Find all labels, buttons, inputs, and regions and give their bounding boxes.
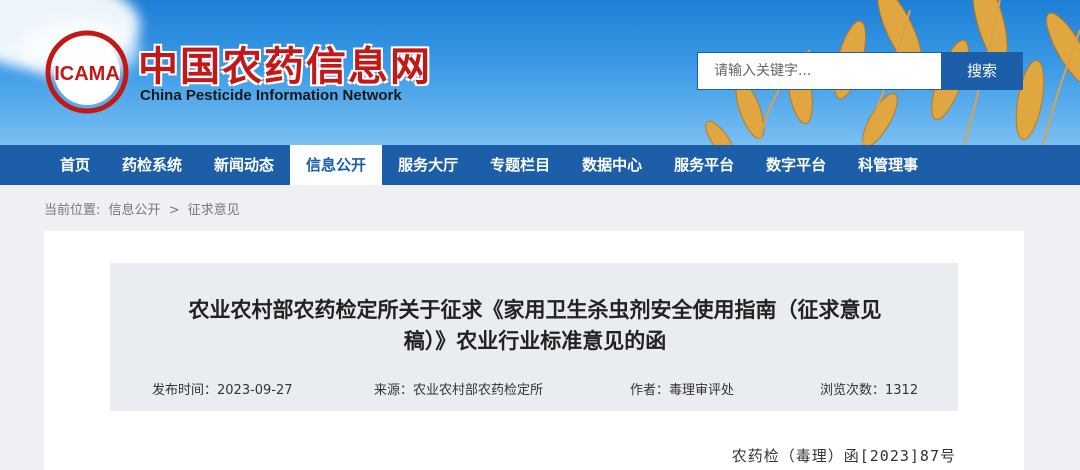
- breadcrumb-item-info-disclosure[interactable]: 信息公开: [109, 203, 161, 218]
- nav-item-data-center[interactable]: 数据中心: [566, 145, 658, 185]
- article-container: 农业农村部农药检定所关于征求《家用卫生杀虫剂安全使用指南（征求意见 稿）》农业行…: [44, 231, 1024, 470]
- breadcrumb-separator: >: [168, 203, 180, 218]
- nav-item-pesticide-system[interactable]: 药检系统: [106, 145, 198, 185]
- article-title-line1: 农业农村部农药检定所关于征求《家用卫生杀虫剂安全使用指南（征求意见: [188, 298, 882, 322]
- nav-item-digital-platform[interactable]: 数字平台: [750, 145, 842, 185]
- search-button[interactable]: 搜索: [941, 52, 1023, 90]
- nav-item-topics[interactable]: 专题栏目: [474, 145, 566, 185]
- breadcrumb: 当前位置: 信息公开 > 征求意见: [44, 199, 244, 218]
- view-count: 浏览次数：1312: [820, 383, 919, 398]
- main-nav: 首页 药检系统 新闻动态 信息公开 服务大厅 专题栏目 数据中心 服务平台 数字…: [0, 145, 1080, 185]
- nav-item-home[interactable]: 首页: [44, 145, 106, 185]
- publish-time: 发布时间：2023-09-27: [152, 383, 293, 398]
- icama-logo: ICAMA: [45, 30, 129, 114]
- nav-item-info-disclosure[interactable]: 信息公开: [290, 145, 383, 185]
- document-number: 农药检（毒理）函[2023]87号: [731, 447, 956, 465]
- article-source: 来源：农业农村部农药检定所: [374, 383, 544, 398]
- nav-item-news[interactable]: 新闻动态: [198, 145, 290, 185]
- article-header: 农业农村部农药检定所关于征求《家用卫生杀虫剂安全使用指南（征求意见 稿）》农业行…: [110, 263, 958, 411]
- breadcrumb-item-consultation[interactable]: 征求意见: [188, 203, 240, 218]
- site-title: 中国农药信息网: [138, 44, 432, 90]
- nav-item-management[interactable]: 科管理事: [842, 145, 934, 185]
- svg-text:ICAMA: ICAMA: [54, 63, 120, 85]
- site-subtitle: China Pesticide Information Network: [140, 87, 402, 104]
- nav-item-service-hall[interactable]: 服务大厅: [382, 145, 474, 185]
- search-input[interactable]: 请输入关键字...: [697, 52, 941, 90]
- header-banner: ICAMA 中国农药信息网 China Pesticide Informatio…: [0, 0, 1080, 145]
- breadcrumb-prefix: 当前位置:: [44, 203, 101, 218]
- nav-item-service-platform[interactable]: 服务平台: [658, 145, 750, 185]
- article-title-line2: 稿）》农业行业标准意见的函: [403, 329, 667, 353]
- article-title: 农业农村部农药检定所关于征求《家用卫生杀虫剂安全使用指南（征求意见 稿）》农业行…: [150, 295, 920, 357]
- article-author: 作者：毒理审评处: [630, 383, 735, 398]
